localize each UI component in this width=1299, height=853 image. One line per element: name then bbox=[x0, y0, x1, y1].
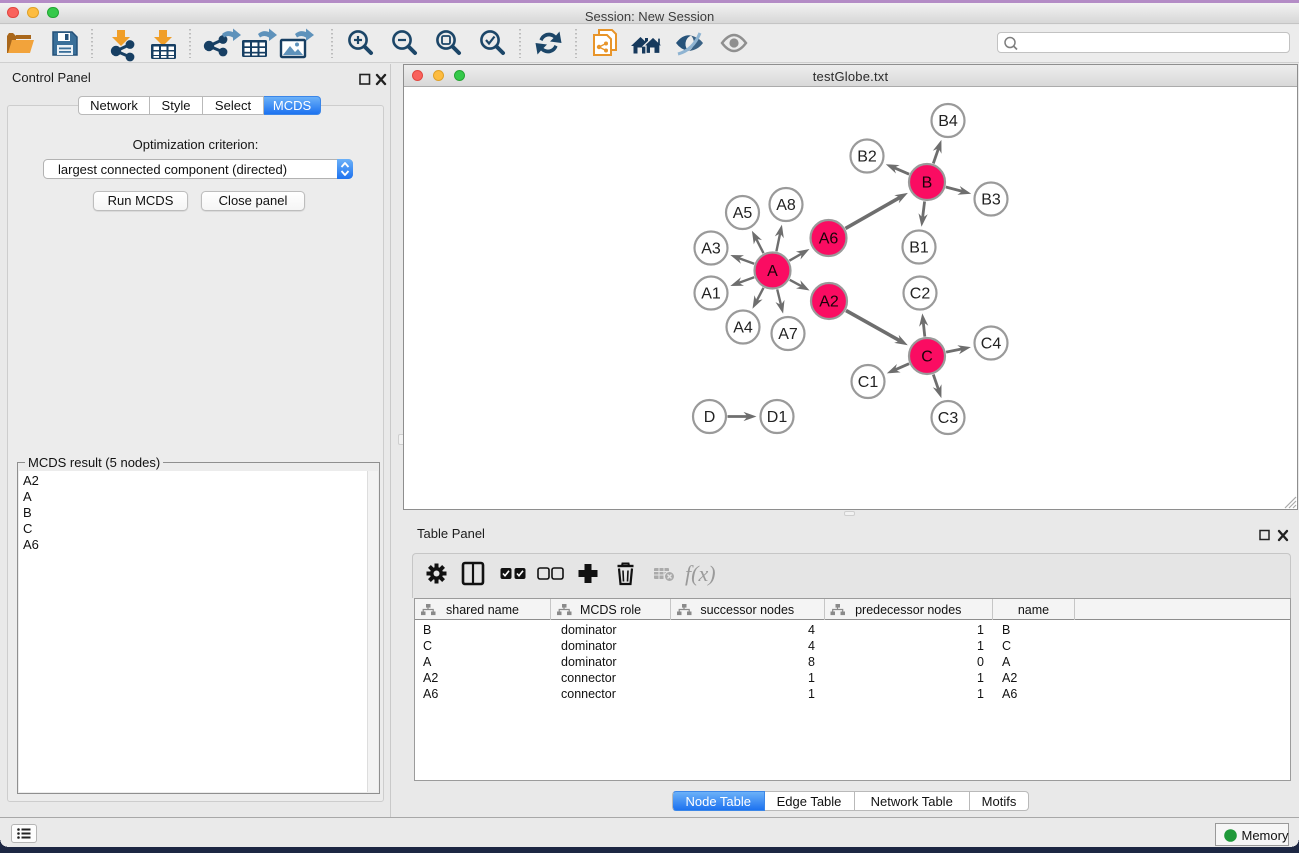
svg-text:C2: C2 bbox=[910, 286, 931, 303]
svg-text:A7: A7 bbox=[778, 326, 798, 343]
svg-text:C1: C1 bbox=[858, 374, 879, 391]
svg-text:B3: B3 bbox=[981, 192, 1001, 209]
svg-text:D: D bbox=[704, 409, 716, 426]
svg-text:A1: A1 bbox=[701, 286, 721, 303]
svg-text:A8: A8 bbox=[776, 197, 796, 214]
svg-text:C: C bbox=[921, 349, 933, 366]
svg-text:A: A bbox=[767, 263, 778, 280]
svg-text:B2: B2 bbox=[857, 149, 877, 166]
svg-text:B4: B4 bbox=[938, 113, 958, 130]
svg-text:A4: A4 bbox=[733, 320, 753, 337]
svg-text:B1: B1 bbox=[909, 240, 929, 257]
svg-text:A6: A6 bbox=[819, 231, 839, 248]
svg-text:B: B bbox=[922, 175, 933, 192]
svg-text:f(x): f(x) bbox=[685, 561, 716, 586]
svg-text:C3: C3 bbox=[938, 410, 959, 427]
svg-text:A3: A3 bbox=[701, 241, 721, 258]
svg-text:A5: A5 bbox=[733, 205, 753, 222]
svg-text:C4: C4 bbox=[981, 336, 1002, 353]
svg-text:D1: D1 bbox=[767, 409, 788, 426]
svg-text:A2: A2 bbox=[819, 294, 839, 311]
